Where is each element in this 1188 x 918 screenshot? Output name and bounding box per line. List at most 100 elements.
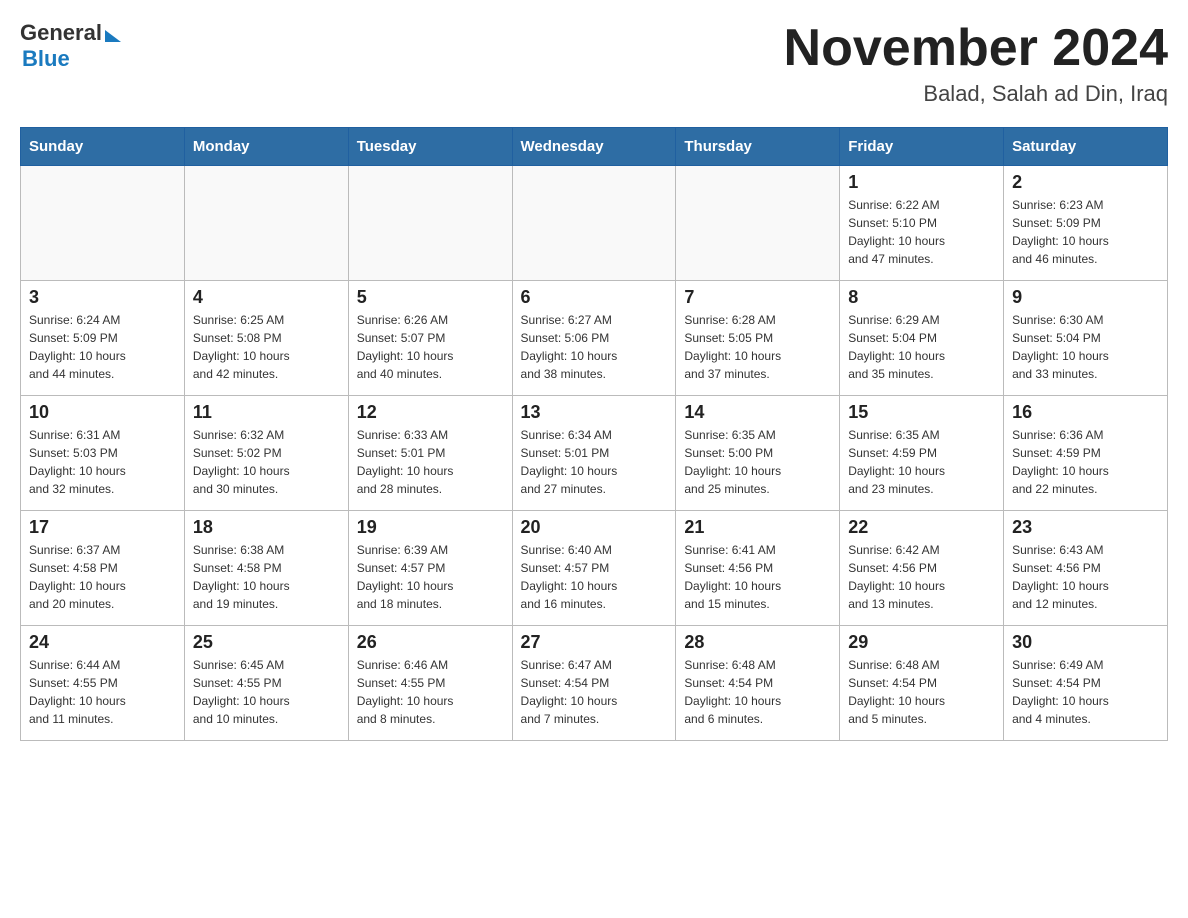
day-number: 3 [29, 287, 176, 308]
calendar-day-cell: 3 Sunrise: 6:24 AMSunset: 5:09 PMDaylight… [21, 281, 185, 396]
day-info: Sunrise: 6:29 AMSunset: 5:04 PMDaylight:… [848, 311, 995, 383]
day-info: Sunrise: 6:46 AMSunset: 4:55 PMDaylight:… [357, 656, 504, 728]
calendar-week-row: 3 Sunrise: 6:24 AMSunset: 5:09 PMDaylight… [21, 281, 1168, 396]
day-number: 9 [1012, 287, 1159, 308]
day-number: 11 [193, 402, 340, 423]
day-number: 10 [29, 402, 176, 423]
day-number: 21 [684, 517, 831, 538]
calendar-day-cell: 19 Sunrise: 6:39 AMSunset: 4:57 PMDayligh… [348, 511, 512, 626]
calendar-day-cell: 22Sunrise: 6:42 AMSunset: 4:56 PMDayligh… [840, 511, 1004, 626]
day-number: 20 [521, 517, 668, 538]
calendar-day-cell: 14 Sunrise: 6:35 AMSunset: 5:00 PMDayligh… [676, 396, 840, 511]
calendar-day-cell: 26 Sunrise: 6:46 AMSunset: 4:55 PMDayligh… [348, 626, 512, 741]
day-number: 17 [29, 517, 176, 538]
logo: General Blue [20, 20, 121, 72]
day-number: 13 [521, 402, 668, 423]
page-header: General Blue November 2024 Balad, Salah … [20, 20, 1168, 107]
day-info: Sunrise: 6:30 AMSunset: 5:04 PMDaylight:… [1012, 311, 1159, 383]
calendar-day-cell: 2 Sunrise: 6:23 AMSunset: 5:09 PMDaylight… [1004, 166, 1168, 281]
day-number: 7 [684, 287, 831, 308]
day-number: 26 [357, 632, 504, 653]
day-number: 25 [193, 632, 340, 653]
day-number: 28 [684, 632, 831, 653]
day-number: 27 [521, 632, 668, 653]
calendar-day-cell: 9 Sunrise: 6:30 AMSunset: 5:04 PMDaylight… [1004, 281, 1168, 396]
day-number: 18 [193, 517, 340, 538]
day-info: Sunrise: 6:49 AMSunset: 4:54 PMDaylight:… [1012, 656, 1159, 728]
day-info: Sunrise: 6:27 AMSunset: 5:06 PMDaylight:… [521, 311, 668, 383]
calendar-day-cell [184, 166, 348, 281]
calendar-day-cell: 1 Sunrise: 6:22 AMSunset: 5:10 PMDaylight… [840, 166, 1004, 281]
day-info: Sunrise: 6:35 AMSunset: 5:00 PMDaylight:… [684, 426, 831, 498]
calendar-header-row: SundayMondayTuesdayWednesdayThursdayFrid… [21, 128, 1168, 166]
day-info: Sunrise: 6:45 AMSunset: 4:55 PMDaylight:… [193, 656, 340, 728]
day-info: Sunrise: 6:40 AMSunset: 4:57 PMDaylight:… [521, 541, 668, 613]
calendar-day-cell: 10 Sunrise: 6:31 AMSunset: 5:03 PMDayligh… [21, 396, 185, 511]
day-info: Sunrise: 6:39 AMSunset: 4:57 PMDaylight:… [357, 541, 504, 613]
day-info: Sunrise: 6:41 AMSunset: 4:56 PMDaylight:… [684, 541, 831, 613]
logo-blue-text: Blue [22, 46, 70, 72]
day-of-week-header: Wednesday [512, 128, 676, 166]
day-info: Sunrise: 6:36 AMSunset: 4:59 PMDaylight:… [1012, 426, 1159, 498]
calendar-day-cell: 5Sunrise: 6:26 AMSunset: 5:07 PMDaylight… [348, 281, 512, 396]
day-number: 16 [1012, 402, 1159, 423]
calendar-day-cell: 13 Sunrise: 6:34 AMSunset: 5:01 PMDayligh… [512, 396, 676, 511]
calendar-day-cell: 29 Sunrise: 6:48 AMSunset: 4:54 PMDayligh… [840, 626, 1004, 741]
day-info: Sunrise: 6:22 AMSunset: 5:10 PMDaylight:… [848, 196, 995, 268]
calendar-day-cell: 11 Sunrise: 6:32 AMSunset: 5:02 PMDayligh… [184, 396, 348, 511]
calendar-title: November 2024 [784, 20, 1168, 77]
day-info: Sunrise: 6:33 AMSunset: 5:01 PMDaylight:… [357, 426, 504, 498]
day-number: 4 [193, 287, 340, 308]
calendar-day-cell: 27Sunrise: 6:47 AMSunset: 4:54 PMDayligh… [512, 626, 676, 741]
calendar-day-cell: 20 Sunrise: 6:40 AMSunset: 4:57 PMDayligh… [512, 511, 676, 626]
day-number: 24 [29, 632, 176, 653]
calendar-day-cell: 23Sunrise: 6:43 AMSunset: 4:56 PMDayligh… [1004, 511, 1168, 626]
day-of-week-header: Sunday [21, 128, 185, 166]
calendar-day-cell: 15 Sunrise: 6:35 AMSunset: 4:59 PMDayligh… [840, 396, 1004, 511]
day-number: 19 [357, 517, 504, 538]
day-info: Sunrise: 6:43 AMSunset: 4:56 PMDaylight:… [1012, 541, 1159, 613]
calendar-day-cell: 8 Sunrise: 6:29 AMSunset: 5:04 PMDaylight… [840, 281, 1004, 396]
day-info: Sunrise: 6:37 AMSunset: 4:58 PMDaylight:… [29, 541, 176, 613]
logo-general-text: General [20, 20, 102, 46]
day-number: 1 [848, 172, 995, 193]
day-number: 8 [848, 287, 995, 308]
calendar-day-cell [676, 166, 840, 281]
logo-arrow-icon [105, 30, 121, 42]
calendar-day-cell: 25 Sunrise: 6:45 AMSunset: 4:55 PMDayligh… [184, 626, 348, 741]
calendar-day-cell [348, 166, 512, 281]
day-info: Sunrise: 6:38 AMSunset: 4:58 PMDaylight:… [193, 541, 340, 613]
calendar-day-cell: 30Sunrise: 6:49 AMSunset: 4:54 PMDayligh… [1004, 626, 1168, 741]
day-info: Sunrise: 6:31 AMSunset: 5:03 PMDaylight:… [29, 426, 176, 498]
day-number: 29 [848, 632, 995, 653]
day-info: Sunrise: 6:35 AMSunset: 4:59 PMDaylight:… [848, 426, 995, 498]
calendar-day-cell: 18 Sunrise: 6:38 AMSunset: 4:58 PMDayligh… [184, 511, 348, 626]
calendar-subtitle: Balad, Salah ad Din, Iraq [784, 81, 1168, 107]
day-of-week-header: Thursday [676, 128, 840, 166]
day-number: 14 [684, 402, 831, 423]
calendar-day-cell: 21 Sunrise: 6:41 AMSunset: 4:56 PMDayligh… [676, 511, 840, 626]
calendar-table: SundayMondayTuesdayWednesdayThursdayFrid… [20, 127, 1168, 741]
calendar-day-cell: 16 Sunrise: 6:36 AMSunset: 4:59 PMDayligh… [1004, 396, 1168, 511]
calendar-day-cell: 12 Sunrise: 6:33 AMSunset: 5:01 PMDayligh… [348, 396, 512, 511]
day-info: Sunrise: 6:32 AMSunset: 5:02 PMDaylight:… [193, 426, 340, 498]
calendar-day-cell: 17 Sunrise: 6:37 AMSunset: 4:58 PMDayligh… [21, 511, 185, 626]
calendar-day-cell: 6Sunrise: 6:27 AMSunset: 5:06 PMDaylight… [512, 281, 676, 396]
day-info: Sunrise: 6:48 AMSunset: 4:54 PMDaylight:… [848, 656, 995, 728]
calendar-week-row: 24 Sunrise: 6:44 AMSunset: 4:55 PMDayligh… [21, 626, 1168, 741]
day-info: Sunrise: 6:28 AMSunset: 5:05 PMDaylight:… [684, 311, 831, 383]
day-number: 2 [1012, 172, 1159, 193]
day-info: Sunrise: 6:24 AMSunset: 5:09 PMDaylight:… [29, 311, 176, 383]
day-info: Sunrise: 6:48 AMSunset: 4:54 PMDaylight:… [684, 656, 831, 728]
calendar-day-cell [512, 166, 676, 281]
title-block: November 2024 Balad, Salah ad Din, Iraq [784, 20, 1168, 107]
calendar-day-cell: 28 Sunrise: 6:48 AMSunset: 4:54 PMDayligh… [676, 626, 840, 741]
day-number: 15 [848, 402, 995, 423]
calendar-week-row: 1 Sunrise: 6:22 AMSunset: 5:10 PMDaylight… [21, 166, 1168, 281]
day-number: 12 [357, 402, 504, 423]
day-of-week-header: Monday [184, 128, 348, 166]
day-info: Sunrise: 6:23 AMSunset: 5:09 PMDaylight:… [1012, 196, 1159, 268]
day-info: Sunrise: 6:26 AMSunset: 5:07 PMDaylight:… [357, 311, 504, 383]
day-info: Sunrise: 6:44 AMSunset: 4:55 PMDaylight:… [29, 656, 176, 728]
day-info: Sunrise: 6:34 AMSunset: 5:01 PMDaylight:… [521, 426, 668, 498]
